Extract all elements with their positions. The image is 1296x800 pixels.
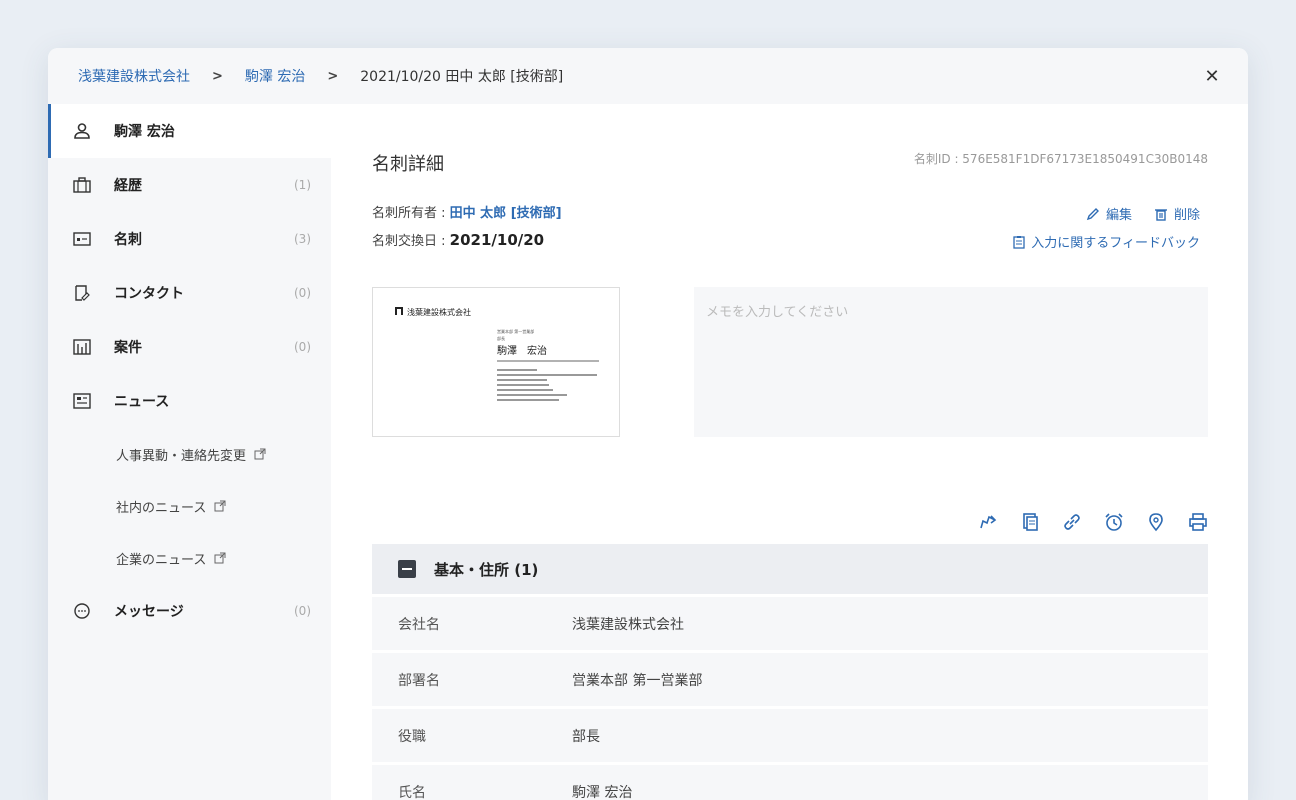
- card-owner: 名刺所有者 : 田中 太郎 [技術部]: [372, 202, 562, 221]
- main-content: 名刺詳細 名刺ID : 576E581F1DF67173E1850491C30B…: [331, 104, 1248, 800]
- field-table: 会社名 浅葉建設株式会社 部署名 営業本部 第一営業部 役職 部長 氏名 駒澤 …: [372, 597, 1208, 800]
- sidebar-subitem-company-news[interactable]: 企業のニュース: [48, 532, 331, 584]
- edit-label: 編集: [1105, 208, 1132, 223]
- copy-icon[interactable]: [1020, 512, 1040, 532]
- card-title-text: 部長: [497, 335, 505, 341]
- sidebar-item-count: (0): [294, 340, 311, 354]
- field-label: 部署名: [398, 672, 440, 689]
- exchange-date-row: 名刺交換日 : 2021/10/20: [372, 230, 544, 249]
- detail-window: 浅葉建設株式会社 > 駒澤 宏治 > 2021/10/20 田中 太郎 [技術部…: [48, 48, 1248, 800]
- sidebar-item-count: (0): [294, 604, 311, 618]
- pencil-icon: [1086, 207, 1099, 220]
- card-dept-text: 営業本部 第一営業部: [497, 328, 534, 334]
- external-link-icon: [214, 500, 226, 512]
- card-company-text: 浅葉建設株式会社: [407, 307, 471, 317]
- sidebar-item-label: 名刺: [114, 232, 142, 248]
- feedback-link[interactable]: 入力に関するフィードバック: [1013, 232, 1200, 251]
- breadcrumb-person-link[interactable]: 駒澤 宏治: [245, 66, 305, 86]
- sidebar-item-count: (0): [294, 286, 311, 300]
- close-button[interactable]: ✕: [1200, 66, 1224, 87]
- section-title: 基本・住所 (1): [434, 560, 539, 579]
- business-card-image[interactable]: 浅葉建設株式会社 営業本部 第一営業部 部長 駒澤 宏治: [372, 287, 620, 437]
- sidebar-item-label: 案件: [114, 340, 142, 356]
- person-icon: [72, 121, 92, 141]
- card-name-text: 駒澤 宏治: [497, 344, 547, 357]
- sidebar-item-label: 経歴: [114, 178, 142, 194]
- news-icon: [72, 391, 92, 411]
- sidebar-item-cards[interactable]: 名刺 (3): [48, 212, 331, 266]
- breadcrumb-current: 2021/10/20 田中 太郎 [技術部]: [360, 69, 564, 85]
- id-card-icon: [72, 229, 92, 249]
- trash-icon: [1154, 208, 1167, 221]
- sidebar-subitem-label: 企業のニュース: [116, 552, 207, 568]
- briefcase-icon: [72, 175, 92, 195]
- exchange-label: 名刺交換日 :: [372, 234, 450, 249]
- sidebar-subitem-personnel-news[interactable]: 人事異動・連絡先変更: [48, 428, 331, 480]
- sidebar-item-deals[interactable]: 案件 (0): [48, 320, 331, 374]
- field-label: 氏名: [398, 784, 426, 800]
- field-value: 営業本部 第一営業部: [572, 672, 703, 689]
- link-icon[interactable]: [1062, 512, 1082, 532]
- field-value: 駒澤 宏治: [572, 784, 633, 800]
- sidebar-item-label: 駒澤 宏治: [114, 124, 175, 140]
- alarm-clock-icon[interactable]: [1104, 512, 1124, 532]
- sidebar-item-career[interactable]: 経歴 (1): [48, 158, 331, 212]
- card-id: 名刺ID : 576E581F1DF67173E1850491C30B0148: [913, 152, 1208, 166]
- sidebar-item-label: ニュース: [114, 394, 170, 410]
- field-label: 会社名: [398, 616, 440, 633]
- external-link-icon: [254, 448, 266, 460]
- field-value: 部長: [572, 728, 600, 745]
- share-icon[interactable]: [978, 512, 998, 532]
- sidebar-item-label: メッセージ: [114, 604, 184, 620]
- exchange-date: 2021/10/20: [449, 231, 545, 249]
- page-title: 名刺詳細: [372, 154, 444, 175]
- sidebar-item-label: コンタクト: [114, 286, 184, 302]
- sidebar-item-count: (1): [294, 178, 311, 192]
- edit-button[interactable]: 編集: [1086, 204, 1132, 223]
- sidebar-subitem-internal-news[interactable]: 社内のニュース: [48, 480, 331, 532]
- sidebar-subitem-label: 人事異動・連絡先変更: [116, 448, 247, 464]
- table-row: 役職 部長: [372, 709, 1208, 762]
- owner-name-link[interactable]: 田中 太郎 [技術部]: [450, 206, 562, 221]
- sidebar-item-person[interactable]: 駒澤 宏治: [48, 104, 331, 158]
- business-card-picture: 浅葉建設株式会社 営業本部 第一営業部 部長 駒澤 宏治: [395, 307, 599, 401]
- clipboard-icon: [1013, 235, 1025, 249]
- print-icon[interactable]: [1188, 512, 1208, 532]
- collapse-toggle-icon[interactable]: [398, 560, 416, 578]
- breadcrumb-separator: >: [212, 68, 223, 84]
- breadcrumb: 浅葉建設株式会社 > 駒澤 宏治 > 2021/10/20 田中 太郎 [技術部…: [48, 48, 1248, 104]
- table-row: 氏名 駒澤 宏治: [372, 765, 1208, 800]
- contact-icon: [72, 283, 92, 303]
- field-label: 役職: [398, 728, 426, 745]
- memo-input[interactable]: メモを入力してください: [694, 287, 1208, 437]
- sidebar-item-messages[interactable]: メッセージ (0): [48, 584, 331, 638]
- external-link-icon: [214, 552, 226, 564]
- chart-icon: [72, 337, 92, 357]
- delete-button[interactable]: 削除: [1154, 204, 1200, 223]
- card-toolbar: [978, 512, 1208, 532]
- owner-label: 名刺所有者 :: [372, 206, 450, 221]
- sidebar-item-news[interactable]: ニュース: [48, 374, 331, 428]
- field-value: 浅葉建設株式会社: [572, 616, 684, 633]
- sidebar: 駒澤 宏治 経歴 (1) 名刺 (3) コンタクト (0) 案件 (0) ニュー…: [48, 104, 331, 800]
- sidebar-item-contact[interactable]: コンタクト (0): [48, 266, 331, 320]
- sidebar-item-count: (3): [294, 232, 311, 246]
- map-pin-icon[interactable]: [1146, 512, 1166, 532]
- table-row: 部署名 営業本部 第一営業部: [372, 653, 1208, 706]
- section-basic-address[interactable]: 基本・住所 (1): [372, 544, 1208, 594]
- chat-icon: [72, 601, 92, 621]
- breadcrumb-separator: >: [327, 68, 339, 84]
- card-actions: 編集 削除: [1086, 204, 1200, 223]
- table-row: 会社名 浅葉建設株式会社: [372, 597, 1208, 650]
- breadcrumb-company-link[interactable]: 浅葉建設株式会社: [78, 66, 190, 86]
- delete-label: 削除: [1173, 208, 1200, 223]
- feedback-label: 入力に関するフィードバック: [1031, 236, 1200, 251]
- sidebar-subitem-label: 社内のニュース: [116, 500, 207, 516]
